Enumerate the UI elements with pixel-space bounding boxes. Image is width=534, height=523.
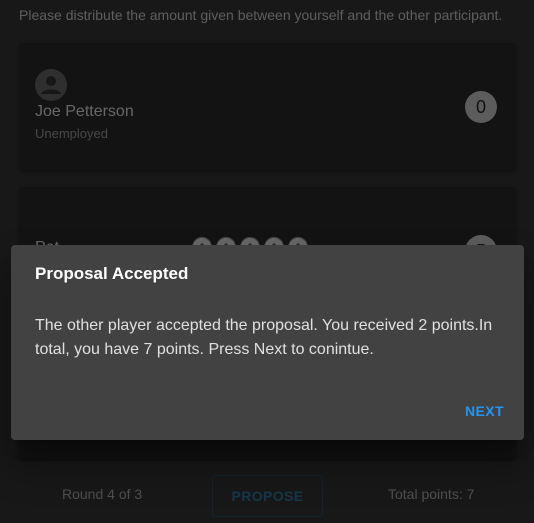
dialog-message: The other player accepted the proposal. …	[35, 317, 493, 358]
proposal-dialog: Proposal Accepted The other player accep…	[11, 245, 524, 440]
dialog-title: Proposal Accepted	[35, 264, 189, 283]
next-button[interactable]: NEXT	[465, 399, 504, 423]
